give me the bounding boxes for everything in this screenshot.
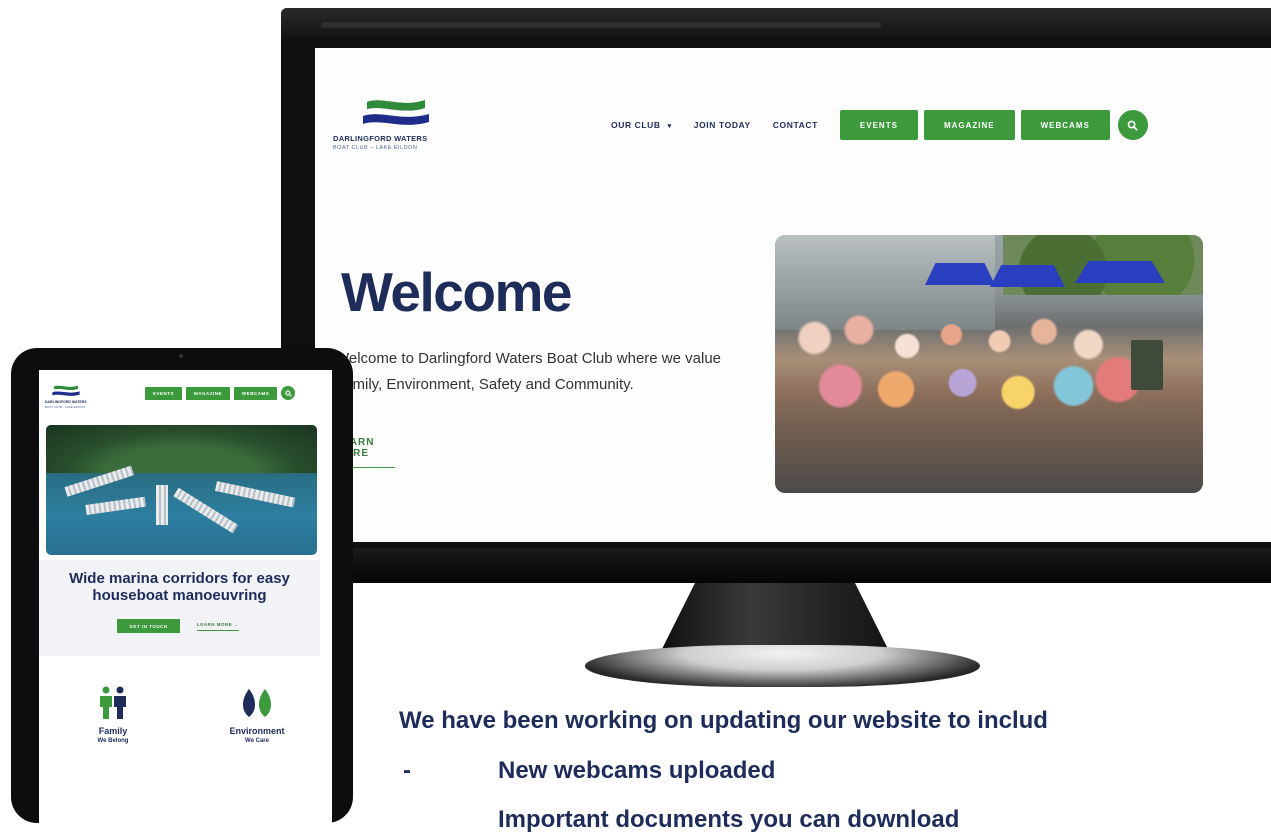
nav-our-club-label: OUR CLUB bbox=[611, 120, 661, 130]
nav-our-club[interactable]: OUR CLUB ▾ bbox=[611, 120, 672, 130]
logo-tagline: BOAT CLUB – LAKE EILDON bbox=[333, 145, 418, 151]
tablet-magazine-button[interactable]: MAGAZINE bbox=[186, 386, 231, 400]
nav-join-today[interactable]: JOIN TODAY bbox=[694, 120, 751, 130]
tablet-camera bbox=[179, 354, 183, 358]
tablet-logo-tagline: BOAT CLUB – LAKE EILDON bbox=[45, 405, 85, 409]
monitor-stand-neck bbox=[660, 583, 890, 653]
get-in-touch-button[interactable]: GET IN TOUCH bbox=[117, 619, 180, 633]
tablet-nav: EVENTS MAGAZINE WEBCAMS bbox=[145, 386, 296, 400]
events-button[interactable]: EVENTS bbox=[839, 110, 918, 140]
leaf-icon bbox=[243, 689, 271, 717]
flag-logo-icon bbox=[52, 385, 80, 396]
announcement-item: Important documents you can download bbox=[498, 806, 960, 833]
monitor-chin bbox=[281, 548, 1271, 583]
search-icon bbox=[285, 389, 292, 397]
tablet-webcams-button[interactable]: WEBCAMS bbox=[234, 386, 278, 400]
flag-logo-icon bbox=[363, 100, 429, 125]
feature-environment: Environment We Care bbox=[207, 685, 307, 744]
feature-family-subtitle: We Belong bbox=[97, 738, 129, 744]
tablet-screen: DARLINGFORD WATERS BOAT CLUB – LAKE EILD… bbox=[39, 370, 332, 823]
marina-photo bbox=[46, 425, 317, 555]
feature-family: Family We Belong bbox=[63, 685, 163, 744]
search-button[interactable] bbox=[1117, 110, 1148, 140]
tablet-headline: Wide marina corridors for easy houseboat… bbox=[69, 570, 290, 604]
tablet-events-button[interactable]: EVENTS bbox=[145, 386, 183, 400]
hero-intro: Welcome to Darlingford Waters Boat Club … bbox=[335, 350, 722, 393]
main-nav: OUR CLUB ▾ JOIN TODAY CONTACT EVENTS MAG… bbox=[611, 110, 1148, 140]
tablet-device: DARLINGFORD WATERS BOAT CLUB – LAKE EILD… bbox=[11, 348, 353, 823]
feature-environment-title: Environment bbox=[229, 726, 285, 736]
tablet-logo-name: DARLINGFORD WATERS bbox=[45, 400, 87, 404]
nav-contact[interactable]: CONTACT bbox=[773, 120, 818, 130]
feature-family-title: Family bbox=[98, 726, 128, 736]
tablet-search-button[interactable] bbox=[281, 386, 296, 400]
monitor-bezel bbox=[281, 8, 1271, 38]
logo-name: DARLINGFORD WATERS bbox=[333, 134, 428, 143]
feature-environment-subtitle: We Care bbox=[245, 738, 269, 744]
magazine-button[interactable]: MAGAZINE bbox=[923, 110, 1015, 140]
family-icon bbox=[100, 686, 126, 719]
hero-photo bbox=[775, 235, 1203, 493]
bullet-marker: - bbox=[403, 757, 411, 784]
desktop-screen: DARLINGFORD WATERS BOAT CLUB – LAKE EILD… bbox=[315, 48, 1271, 542]
monitor-stand-base bbox=[585, 645, 980, 687]
desktop-monitor: DARLINGFORD WATERS BOAT CLUB – LAKE EILD… bbox=[281, 8, 1271, 583]
webcams-button[interactable]: WEBCAMS bbox=[1020, 110, 1110, 140]
announcement-heading: We have been working on updating our web… bbox=[399, 707, 1048, 734]
announcement-item: New webcams uploaded bbox=[498, 757, 776, 784]
tablet-learn-more-link[interactable]: LEARN MORE → bbox=[197, 622, 239, 631]
hero-title: Welcome bbox=[341, 261, 572, 323]
search-icon bbox=[1127, 120, 1138, 130]
chevron-down-icon: ▾ bbox=[667, 123, 672, 130]
